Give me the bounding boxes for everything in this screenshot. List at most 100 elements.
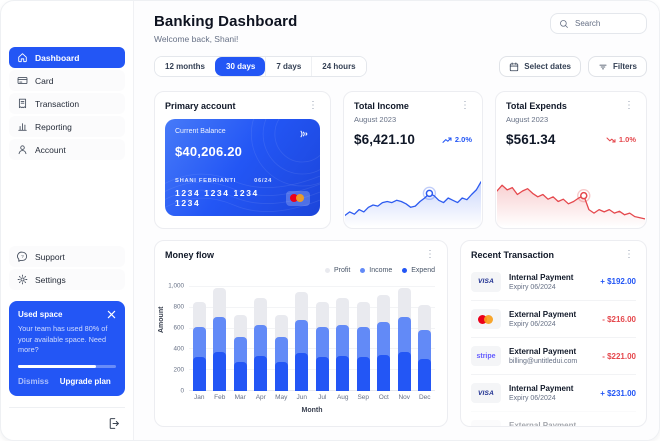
page-subtitle: Welcome back, Shani! [154, 34, 297, 44]
x-axis-tick-label: Jan [189, 394, 210, 401]
bar-expend [295, 353, 308, 391]
range-tab-30-days[interactable]: 30 days [215, 57, 265, 76]
transaction-row[interactable]: External PaymentExpiry 06/2024- $216.00 [471, 300, 636, 337]
bar-column-dec [415, 287, 436, 391]
y-axis-tick-label: 200 [173, 367, 184, 374]
legend-dot [360, 268, 365, 273]
x-axis-tick-label: Apr [251, 394, 272, 401]
range-tab-24-hours[interactable]: 24 hours [311, 57, 365, 76]
filters-label: Filters [613, 62, 637, 71]
total-income-delta: 2.0% [442, 135, 472, 144]
primary-account-card: Primary account ⋮ Current Balance [154, 91, 331, 229]
bar-expend [316, 357, 329, 391]
y-axis-label: Amount [158, 307, 165, 333]
sidebar-item-label: Account [35, 145, 66, 155]
select-dates-label: Select dates [524, 62, 571, 71]
transaction-amount: - $216.00 [602, 315, 636, 324]
bar-expend [213, 352, 226, 391]
current-balance-value: $40,206.20 [175, 144, 310, 159]
calendar-icon [509, 62, 519, 72]
transaction-row[interactable]: VISAInternal PaymentExpiry 06/2024+ $231… [471, 374, 636, 411]
sidebar-item-settings[interactable]: Settings [9, 269, 125, 290]
bar-column-may [271, 287, 292, 391]
bar-column-apr [251, 287, 272, 391]
used-space-progress [18, 365, 116, 368]
card-icon [17, 75, 28, 86]
sidebar-item-card[interactable]: Card [9, 70, 125, 91]
filters-button[interactable]: Filters [588, 56, 647, 77]
x-axis-tick-label: Dec [415, 394, 436, 401]
sidebar-item-support[interactable]: ?Support [9, 246, 125, 267]
dismiss-button[interactable]: Dismiss [18, 377, 49, 386]
transaction-row[interactable]: VISAExternal PaymentExpiry 06/2024- $211… [471, 411, 636, 427]
x-axis-tick-label: May [271, 394, 292, 401]
transaction-amount: - $211.00 [603, 426, 636, 428]
select-dates-button[interactable]: Select dates [499, 56, 581, 77]
kebab-menu-icon[interactable]: ⋮ [306, 101, 320, 111]
sidebar-item-label: Dashboard [35, 53, 79, 63]
kebab-menu-icon[interactable]: ⋮ [423, 250, 437, 260]
transaction-row[interactable]: stripeExternal Paymentbilling@untitledui… [471, 337, 636, 374]
sidebar-item-transaction[interactable]: Transaction [9, 93, 125, 114]
money-flow-chart: 02004006008001,000 [189, 287, 435, 391]
kebab-menu-icon[interactable]: ⋮ [622, 101, 636, 111]
transaction-title: External Payment [509, 310, 594, 319]
used-space-card: Used space Your team has used 80% of you… [9, 301, 125, 396]
sidebar-nav: Dashboard CardTransactionReporting Account [9, 47, 125, 162]
y-axis-tick-label: 600 [173, 325, 184, 332]
bar-expend [418, 359, 431, 391]
search-box[interactable] [550, 13, 647, 34]
recent-transactions-title: Recent Transaction [471, 250, 554, 260]
sidebar-item-account[interactable]: Account [9, 139, 125, 160]
range-tab-12-months[interactable]: 12 months [155, 57, 215, 76]
x-axis-tick-label: Mar [230, 394, 251, 401]
credit-card: Current Balance $40,206.20 SHANI FEBRIAN… [165, 119, 320, 216]
sidebar-divider [9, 407, 125, 408]
sidebar-footer-nav: ?Support Settings [9, 246, 125, 292]
bar-column-mar [230, 287, 251, 391]
transaction-subtitle: Expiry 06/2024 [509, 284, 592, 291]
trend-down-icon [606, 136, 616, 144]
stripe-icon: stripe [471, 346, 501, 366]
contactless-icon [298, 128, 310, 140]
total-expends-period: August 2023 [506, 115, 636, 124]
kebab-menu-icon[interactable]: ⋮ [622, 250, 636, 260]
date-range-segmented-control: 12 months30 days7 days24 hours [154, 56, 367, 77]
primary-account-title: Primary account [165, 101, 236, 111]
transaction-title: Internal Payment [509, 384, 592, 393]
transaction-amount: - $221.00 [602, 352, 636, 361]
sidebar-item-reporting[interactable]: Reporting [9, 116, 125, 137]
sidebar-item-label: Settings [35, 275, 66, 285]
legend-item-income: Income [360, 267, 392, 274]
x-axis-tick-label: Aug [333, 394, 354, 401]
bar-expend [357, 357, 370, 391]
legend-label: Income [369, 267, 392, 274]
bar-column-sep [353, 287, 374, 391]
card-holder-name: SHANI FEBRIANTI [175, 178, 236, 184]
x-axis-label: Month [189, 407, 435, 414]
sidebar-item-dashboard[interactable]: Dashboard [9, 47, 125, 68]
used-space-body: Your team has used 80% of your available… [18, 324, 116, 356]
bar-column-jul [312, 287, 333, 391]
close-icon[interactable] [107, 310, 116, 319]
kebab-menu-icon[interactable]: ⋮ [458, 101, 472, 111]
bar-column-nov [394, 287, 415, 391]
range-tab-7-days[interactable]: 7 days [265, 57, 311, 76]
y-axis-tick-label: 0 [180, 388, 184, 395]
x-axis-tick-label: Oct [374, 394, 395, 401]
upgrade-plan-button[interactable]: Upgrade plan [60, 377, 111, 386]
money-flow-card: Money flow ⋮ ProfitIncomeExpend Amount 0… [154, 240, 448, 427]
total-expends-delta: 1.0% [606, 135, 636, 144]
x-axis-tick-label: Sep [353, 394, 374, 401]
trend-up-icon [442, 136, 452, 144]
sidebar-item-label: Support [35, 252, 65, 262]
transaction-list: VISAInternal PaymentExpiry 06/2024+ $192… [471, 263, 636, 427]
search-input[interactable] [575, 19, 645, 28]
legend-item-expend: Expend [402, 267, 435, 274]
logout-icon[interactable] [107, 417, 120, 430]
transaction-row[interactable]: VISAInternal PaymentExpiry 06/2024+ $192… [471, 263, 636, 300]
transaction-title: External Payment [509, 421, 595, 427]
y-axis-tick-label: 400 [173, 346, 184, 353]
bar-expend [254, 356, 267, 391]
transaction-subtitle: billing@untitledui.com [509, 358, 594, 365]
